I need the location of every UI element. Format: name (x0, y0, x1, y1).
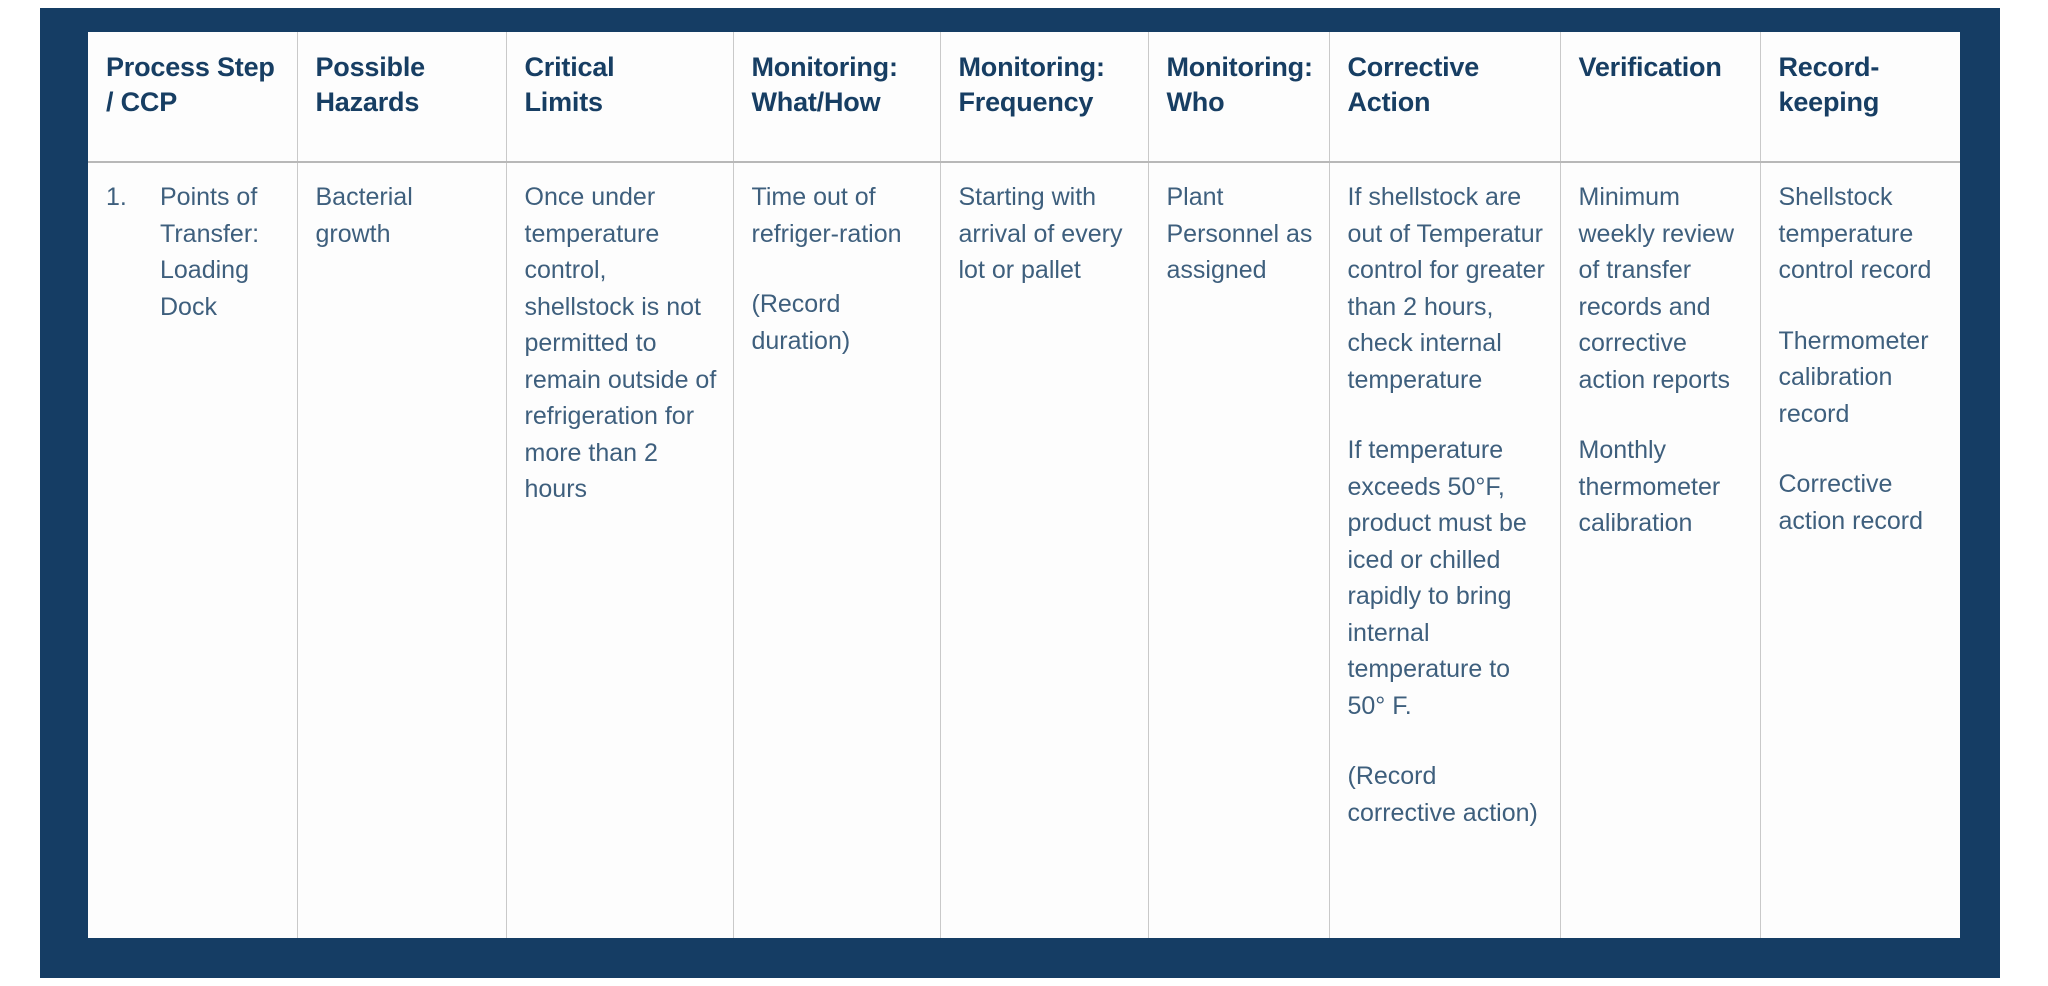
column-header-monitoring-what-how: Monitoring: What/How (733, 32, 941, 163)
cell-paragraph: Plant Personnel as assigned (1166, 183, 1313, 284)
header-line: Hazards (315, 87, 420, 118)
header-line: Frequency (958, 87, 1094, 118)
cell-paragraph: Shellstock temperature control record (1778, 183, 1932, 284)
cell-critical-limits: Once under temperature control, shellsto… (506, 162, 734, 938)
column-header-corrective-action: Corrective Action (1329, 32, 1561, 163)
header-row: Process Step / CCP Possible Hazards Crit… (88, 32, 1960, 163)
cell-process-step: 1. Points of Transfer: Loading Dock (88, 162, 298, 938)
header-line: Limits (524, 87, 604, 118)
cell-paragraph: Bacterial growth (315, 183, 413, 248)
cell-paragraph: Corrective action record (1778, 470, 1924, 535)
cell-monitoring-who: Plant Personnel as assigned (1148, 162, 1330, 938)
column-header-verification: Verification (1560, 32, 1761, 163)
column-header-record-keeping: Record- keeping (1760, 32, 1960, 163)
column-header-monitoring-who: Monitoring: Who (1148, 32, 1330, 163)
table-sheet: Process Step / CCP Possible Hazards Crit… (88, 32, 1960, 938)
header-line: Who (1166, 87, 1225, 118)
cell-record-keeping: Shellstock temperature control record Th… (1760, 162, 1960, 938)
cell-monitoring-what-how: Time out of refriger-ration (Record dura… (733, 162, 941, 938)
header-line: / CCP (106, 87, 178, 118)
page-root: Process Step / CCP Possible Hazards Crit… (0, 0, 2048, 986)
cell-paragraph: If temperature exceeds 50°F, product mus… (1347, 436, 1527, 720)
header-line: Possible (315, 52, 426, 82)
column-header-process-step: Process Step / CCP (88, 32, 298, 163)
cell-paragraph: If shellstock are out of Temperatur cont… (1347, 183, 1545, 394)
table-row: 1. Points of Transfer: Loading Dock Bact… (88, 162, 1960, 938)
cell-paragraph: Minimum weekly review of transfer record… (1578, 183, 1735, 394)
table-body: 1. Points of Transfer: Loading Dock Bact… (88, 162, 1960, 938)
header-line: Action (1347, 87, 1431, 118)
cell-paragraph: Time out of refriger-ration (751, 183, 902, 248)
header-line: Monitoring: (751, 52, 898, 82)
column-header-critical-limits: Critical Limits (506, 32, 734, 163)
header-line: Verification (1578, 52, 1722, 82)
cell-paragraph: (Record corrective action) (1347, 762, 1538, 827)
cell-corrective-action: If shellstock are out of Temperatur cont… (1329, 162, 1561, 938)
header-line: What/How (751, 87, 881, 118)
header-line: Monitoring: (958, 52, 1105, 82)
header-line: Record- (1778, 52, 1880, 82)
cell-paragraph: Once under temperature control, shellsto… (524, 183, 717, 503)
header-line: Process Step (106, 52, 275, 82)
list-item-text: Points of Transfer: Loading Dock (160, 183, 260, 321)
table-header: Process Step / CCP Possible Hazards Crit… (88, 32, 1960, 163)
haccp-plan-table: Process Step / CCP Possible Hazards Crit… (88, 32, 1960, 938)
list-number: 1. (106, 183, 127, 211)
cell-paragraph: Thermometer calibration record (1778, 326, 1929, 428)
cell-verification: Minimum weekly review of transfer record… (1560, 162, 1761, 938)
cell-paragraph: Starting with arrival of every lot or pa… (958, 183, 1123, 284)
header-line: Monitoring: (1166, 52, 1313, 82)
header-line: keeping (1778, 87, 1880, 118)
numbered-list-item: 1. Points of Transfer: Loading Dock (106, 179, 283, 325)
column-header-possible-hazards: Possible Hazards (297, 32, 507, 163)
cell-monitoring-frequency: Starting with arrival of every lot or pa… (940, 162, 1149, 938)
cell-paragraph: (Record duration) (751, 290, 851, 355)
header-line: Corrective (1347, 52, 1480, 82)
column-header-monitoring-frequency: Monitoring: Frequency (940, 32, 1149, 163)
cell-possible-hazards: Bacterial growth (297, 162, 507, 938)
header-line: Critical (524, 52, 615, 82)
cell-paragraph: Monthly thermometer calibration (1578, 436, 1721, 537)
